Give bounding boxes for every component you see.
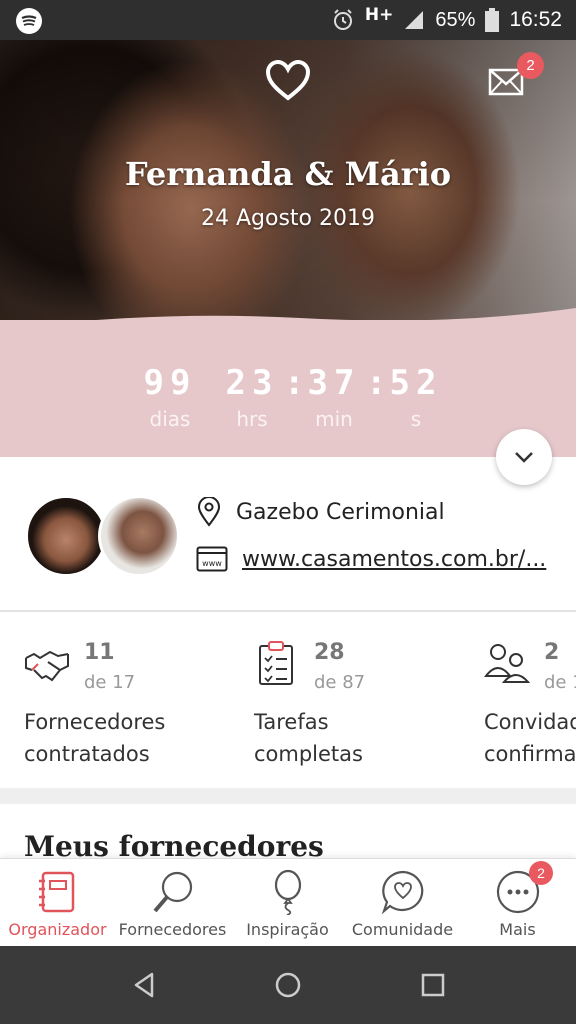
stat-vendors[interactable]: 11 de 17 Fornecedores contratados (24, 640, 224, 770)
battery-percent: 65% (435, 8, 476, 31)
couple-names: Fernanda & Mário (124, 155, 452, 193)
website-link[interactable]: www.casamentos.com.br/... (242, 547, 546, 572)
stat-label-line: Convidad (484, 710, 576, 734)
stat-label-line: contratados (24, 742, 150, 766)
mail-badge: 2 (517, 52, 544, 79)
battery-icon (485, 8, 500, 32)
planner-icon (39, 871, 75, 913)
stat-count: 28 (314, 640, 345, 665)
heart-icon (265, 60, 311, 101)
website-icon: www (196, 546, 228, 572)
nav-label: Fornecedores (118, 920, 227, 939)
seconds-label: s (410, 407, 422, 431)
nav-inspiration[interactable]: Inspiração (230, 859, 345, 947)
wave-divider (0, 308, 576, 340)
back-icon[interactable] (130, 970, 160, 1000)
divider (0, 610, 576, 612)
nav-label: Mais (499, 920, 536, 939)
stat-label: Fornecedores contratados (24, 706, 165, 770)
home-icon[interactable] (273, 970, 303, 1000)
location-pin-icon (197, 497, 221, 527)
signal-icon (405, 11, 424, 29)
chevron-down-icon (515, 452, 533, 463)
countdown-days: 99 dias (138, 363, 202, 431)
status-bar: H+ 65% 16:52 (0, 0, 576, 40)
website-row[interactable]: www www.casamentos.com.br/... (196, 546, 546, 572)
guests-icon (484, 644, 530, 683)
balloon-icon (274, 869, 302, 915)
stat-label-line: Fornecedores (24, 710, 166, 734)
nav-organizer[interactable]: Organizador (0, 859, 115, 947)
avatar-bride[interactable] (25, 495, 107, 577)
stat-count: 11 (84, 640, 115, 665)
stat-label-line: confirma (484, 742, 576, 766)
nav-community[interactable]: Comunidade (345, 859, 460, 947)
stat-guests[interactable]: 2 de 1 Convidad confirma (484, 640, 576, 770)
stat-total: de 1 (544, 672, 576, 693)
nav-more[interactable]: Mais (460, 859, 575, 947)
hours-label: hrs (236, 407, 268, 431)
avatar-groom[interactable] (98, 495, 180, 577)
seconds-value: 52 (389, 363, 443, 403)
stat-label-line: completas (254, 742, 363, 766)
clock: 16:52 (509, 8, 562, 31)
countdown-hours: 23 hrs (220, 363, 284, 431)
nav-label: Inspiração (246, 920, 329, 939)
checklist-icon (259, 641, 293, 685)
expand-button[interactable] (496, 429, 552, 485)
section-separator (0, 788, 576, 804)
countdown-minutes: 37 min (302, 363, 366, 431)
stat-tasks[interactable]: 28 de 87 Tarefas completas (254, 640, 454, 770)
stat-label: Convidad confirma (484, 706, 576, 770)
system-navigation (0, 946, 576, 1024)
hours-value: 23 (225, 363, 279, 403)
network-type: H+ (364, 5, 394, 25)
more-badge: 2 (529, 861, 553, 885)
days-label: dias (149, 407, 191, 431)
nav-vendors[interactable]: Fornecedores (115, 859, 230, 947)
minutes-value: 37 (307, 363, 361, 403)
svg-text:www: www (202, 559, 222, 568)
spotify-icon (16, 8, 42, 34)
venue-name: Gazebo Cerimonial (236, 499, 445, 525)
nav-label: Organizador (8, 920, 107, 939)
venue-row[interactable]: Gazebo Cerimonial (196, 497, 445, 527)
days-value: 99 (143, 363, 197, 403)
bottom-navigation: Organizador Fornecedores Inspiração Comu… (0, 858, 576, 946)
chat-heart-icon (381, 870, 424, 915)
recents-icon[interactable] (418, 970, 448, 1000)
stat-label: Tarefas completas (254, 706, 363, 770)
stat-total: de 17 (84, 672, 136, 693)
minutes-label: min (315, 407, 353, 431)
stat-count: 2 (544, 640, 560, 665)
stat-label-line: Tarefas (254, 710, 329, 734)
countdown-seconds: 52 s (384, 363, 448, 431)
nav-label: Comunidade (351, 920, 454, 939)
alarm-icon (333, 9, 352, 30)
wedding-date: 24 Agosto 2019 (201, 206, 375, 231)
stat-total: de 87 (314, 672, 366, 693)
handshake-icon (25, 650, 69, 682)
magnifier-icon (153, 871, 193, 913)
